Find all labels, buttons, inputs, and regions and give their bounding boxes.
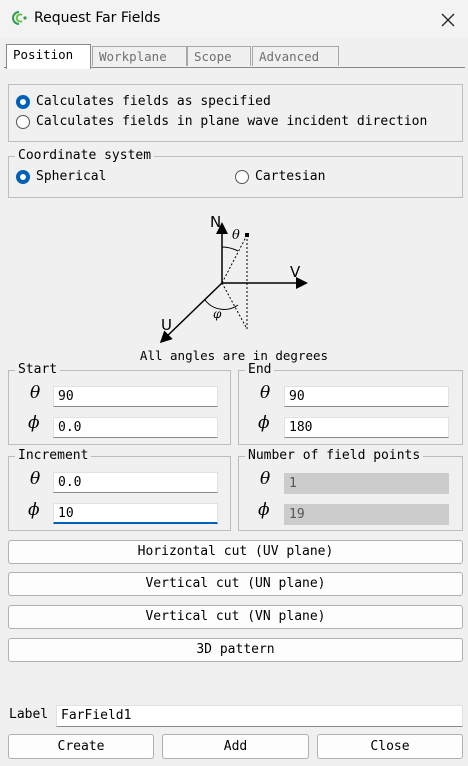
field-points-theta: 1: [284, 473, 449, 494]
window-title: Request Far Fields: [34, 10, 161, 26]
app-icon: [12, 11, 27, 25]
increment-phi-input[interactable]: 10: [53, 503, 218, 524]
angle-diagram: N V U θ φ: [159, 213, 308, 344]
close-icon: [441, 13, 455, 27]
tab-position[interactable]: Position: [6, 44, 91, 69]
ground-projection-line: [221, 282, 248, 330]
end-phi-input[interactable]: 180: [284, 417, 449, 438]
radio-calc-plane-wave[interactable]: Calculates fields in plane wave incident…: [16, 114, 427, 129]
tab-scope[interactable]: Scope: [187, 46, 251, 66]
mode-group: [8, 84, 463, 142]
group-title: Number of field points: [245, 448, 424, 464]
radio-button-selected: [16, 94, 30, 109]
angles-note: All angles are in degrees: [139, 348, 329, 363]
axis-n-label: N: [210, 213, 221, 231]
3d-pattern-button[interactable]: 3D pattern: [8, 638, 463, 662]
theta-label: θ: [260, 383, 271, 403]
theta-label: θ: [30, 383, 41, 403]
phi-arc: [204, 299, 239, 310]
radio-button-selected: [16, 169, 30, 184]
field-point-marker: [245, 233, 249, 237]
title-bar: Request Far Fields: [0, 0, 468, 38]
radio-button: [16, 114, 30, 129]
phi-label: ϕ: [28, 413, 40, 433]
tab-advanced[interactable]: Advanced: [252, 46, 339, 66]
axis-v-label: V: [290, 263, 301, 281]
radio-label: Spherical: [36, 169, 107, 184]
phi-label: ϕ: [258, 413, 270, 433]
tab-workplane[interactable]: Workplane: [92, 46, 187, 66]
radio-calc-specified[interactable]: Calculates fields as specified: [16, 94, 271, 109]
radio-label: Calculates fields in plane wave incident…: [36, 114, 428, 129]
theta-symbol: θ: [232, 228, 240, 243]
radio-cartesian[interactable]: Cartesian: [235, 169, 325, 184]
theta-label: θ: [260, 469, 271, 489]
group-title: Increment: [15, 448, 92, 464]
group-title: Coordinate system: [15, 148, 155, 164]
group-title: Start: [15, 362, 61, 378]
theta-arc: [221, 246, 239, 252]
vertical-cut-vn-button[interactable]: Vertical cut (VN plane): [8, 605, 463, 629]
axis-u-label: U: [161, 316, 172, 334]
radio-button: [235, 169, 249, 184]
vertical-cut-un-button[interactable]: Vertical cut (UN plane): [8, 572, 463, 596]
end-theta-input[interactable]: 90: [284, 386, 449, 407]
label-input[interactable]: FarField1: [56, 705, 463, 727]
phi-label: ϕ: [28, 500, 40, 520]
field-points-phi: 19: [284, 504, 449, 525]
theta-label: θ: [30, 469, 41, 489]
create-button[interactable]: Create: [8, 734, 154, 759]
phi-symbol: φ: [213, 307, 222, 321]
phi-label: ϕ: [258, 500, 270, 520]
label-caption: Label: [9, 707, 49, 722]
radio-label: Calculates fields as specified: [36, 94, 271, 109]
radio-label: Cartesian: [255, 169, 326, 184]
horizontal-cut-button[interactable]: Horizontal cut (UV plane): [8, 540, 463, 564]
increment-theta-input[interactable]: 0.0: [53, 472, 218, 493]
group-title: End: [245, 362, 275, 378]
close-window-button[interactable]: [432, 6, 464, 34]
add-button[interactable]: Add: [162, 734, 309, 759]
start-phi-input[interactable]: 0.0: [53, 417, 218, 438]
start-theta-input[interactable]: 90: [53, 386, 218, 407]
radio-spherical[interactable]: Spherical: [16, 169, 106, 184]
close-button[interactable]: Close: [317, 734, 463, 759]
